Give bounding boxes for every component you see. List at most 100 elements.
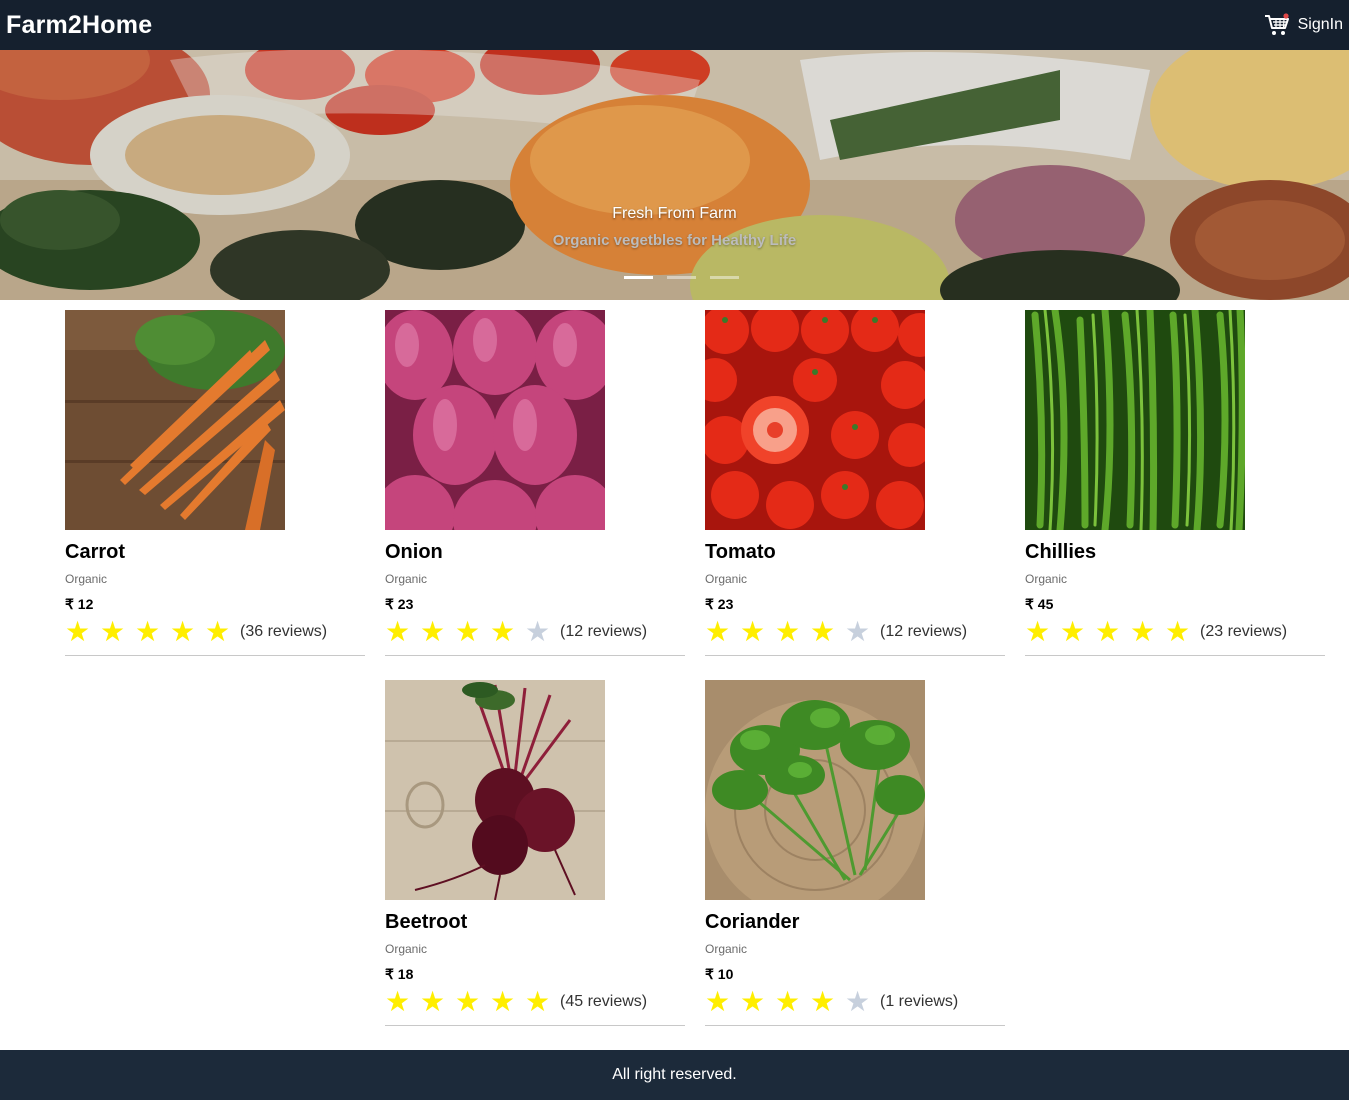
hero-carousel[interactable]: Fresh From Farm Organic vegetbles for He…	[0, 50, 1349, 300]
carousel-indicator-1[interactable]	[624, 276, 653, 279]
signin-link[interactable]: SignIn	[1298, 16, 1343, 34]
footer: All right reserved.	[0, 1050, 1349, 1100]
card-divider	[1025, 655, 1325, 656]
star-empty-icon: ★	[845, 986, 871, 1017]
product-image-onion[interactable]	[385, 310, 605, 530]
card-divider	[705, 655, 1005, 656]
review-count: (45 reviews)	[560, 993, 648, 1010]
carrot-image	[65, 310, 285, 530]
product-rating: ★ ★ ★ ★ ★ (36 reviews)	[65, 616, 365, 647]
star-icon: ★	[420, 986, 446, 1017]
product-name[interactable]: Carrot	[65, 540, 365, 564]
card-divider	[385, 1025, 685, 1026]
product-name[interactable]: Onion	[385, 540, 685, 564]
product-price: ₹ 12	[65, 596, 94, 612]
product-price: ₹ 23	[705, 596, 734, 612]
product-tag: Organic	[385, 572, 428, 586]
star-icon: ★	[65, 616, 91, 647]
star-icon: ★	[385, 986, 411, 1017]
star-icon: ★	[775, 986, 801, 1017]
review-count: (1 reviews)	[880, 993, 959, 1010]
star-icon: ★	[705, 616, 731, 647]
card-divider	[385, 655, 685, 656]
product-image-beetroot[interactable]	[385, 680, 605, 900]
carousel-indicators	[624, 276, 739, 279]
onion-image	[385, 310, 605, 530]
star-empty-icon: ★	[525, 616, 551, 647]
beetroot-image	[385, 680, 605, 900]
product-card-carrot[interactable]: Carrot Organic ₹ 12 ★ ★ ★ ★ ★ (36 review…	[65, 310, 365, 656]
star-icon: ★	[705, 986, 731, 1017]
review-count: (12 reviews)	[880, 623, 968, 640]
product-card-tomato[interactable]: Tomato Organic ₹ 23 ★ ★ ★ ★ ★ (12 review…	[705, 310, 1005, 656]
shopping-cart-icon[interactable]	[1264, 13, 1290, 37]
chillies-image	[1025, 310, 1245, 530]
star-icon: ★	[1130, 616, 1156, 647]
star-icon: ★	[205, 616, 231, 647]
nav-actions: SignIn	[1264, 13, 1343, 37]
carousel-subtitle: Organic vegetbles for Healthy Life	[552, 232, 797, 249]
tomato-image	[705, 310, 925, 530]
hero-vegetables-image	[0, 50, 1349, 300]
product-card-chillies[interactable]: Chillies Organic ₹ 45 ★ ★ ★ ★ ★ (23 revi…	[1025, 310, 1325, 656]
product-tag: Organic	[705, 572, 748, 586]
product-tag: Organic	[65, 572, 108, 586]
carousel-title: Fresh From Farm	[612, 205, 737, 222]
star-icon: ★	[1025, 616, 1051, 647]
star-empty-icon: ★	[845, 616, 871, 647]
star-icon: ★	[810, 616, 836, 647]
footer-text: All right reserved.	[612, 1066, 737, 1083]
star-icon: ★	[490, 986, 516, 1017]
brand-logo[interactable]: Farm2Home	[6, 11, 152, 40]
product-image-tomato[interactable]	[705, 310, 925, 530]
product-rating: ★ ★ ★ ★ ★ (12 reviews)	[385, 616, 685, 647]
product-tag: Organic	[385, 942, 428, 956]
product-rating: ★ ★ ★ ★ ★ (1 reviews)	[705, 986, 1005, 1017]
review-count: (12 reviews)	[560, 623, 648, 640]
product-name[interactable]: Coriander	[705, 910, 1005, 934]
star-icon: ★	[170, 616, 196, 647]
product-name[interactable]: Chillies	[1025, 540, 1325, 564]
product-name[interactable]: Tomato	[705, 540, 1005, 564]
star-icon: ★	[385, 616, 411, 647]
product-image-coriander[interactable]	[705, 680, 925, 900]
star-icon: ★	[740, 616, 766, 647]
product-card-onion[interactable]: Onion Organic ₹ 23 ★ ★ ★ ★ ★ (12 reviews…	[385, 310, 685, 656]
product-name[interactable]: Beetroot	[385, 910, 685, 934]
review-count: (36 reviews)	[240, 623, 328, 640]
star-icon: ★	[100, 616, 126, 647]
star-icon: ★	[1165, 616, 1191, 647]
star-icon: ★	[1060, 616, 1086, 647]
carousel-indicator-3[interactable]	[710, 276, 739, 279]
star-icon: ★	[525, 986, 551, 1017]
product-rating: ★ ★ ★ ★ ★ (45 reviews)	[385, 986, 685, 1017]
star-icon: ★	[420, 616, 446, 647]
product-price: ₹ 10	[705, 966, 734, 982]
product-price: ₹ 23	[385, 596, 414, 612]
product-card-beetroot[interactable]: Beetroot Organic ₹ 18 ★ ★ ★ ★ ★ (45 revi…	[385, 680, 685, 1026]
card-divider	[705, 1025, 1005, 1026]
star-icon: ★	[455, 616, 481, 647]
star-icon: ★	[455, 986, 481, 1017]
star-icon: ★	[135, 616, 161, 647]
product-card-coriander[interactable]: Coriander Organic ₹ 10 ★ ★ ★ ★ ★ (1 revi…	[705, 680, 1005, 1026]
star-icon: ★	[740, 986, 766, 1017]
coriander-image	[705, 680, 925, 900]
product-image-chillies[interactable]	[1025, 310, 1245, 530]
product-tag: Organic	[1025, 572, 1068, 586]
product-price: ₹ 45	[1025, 596, 1054, 612]
card-divider	[65, 655, 365, 656]
star-icon: ★	[1095, 616, 1121, 647]
carousel-indicator-2[interactable]	[667, 276, 696, 279]
product-price: ₹ 18	[385, 966, 414, 982]
star-icon: ★	[490, 616, 516, 647]
product-image-carrot[interactable]	[65, 310, 285, 530]
star-icon: ★	[775, 616, 801, 647]
product-tag: Organic	[705, 942, 748, 956]
review-count: (23 reviews)	[1200, 623, 1288, 640]
product-rating: ★ ★ ★ ★ ★ (12 reviews)	[705, 616, 1005, 647]
star-icon: ★	[810, 986, 836, 1017]
product-rating: ★ ★ ★ ★ ★ (23 reviews)	[1025, 616, 1325, 647]
carousel-caption: Fresh From Farm Organic vegetbles for He…	[0, 205, 1349, 249]
navbar: Farm2Home SignIn	[0, 0, 1349, 50]
